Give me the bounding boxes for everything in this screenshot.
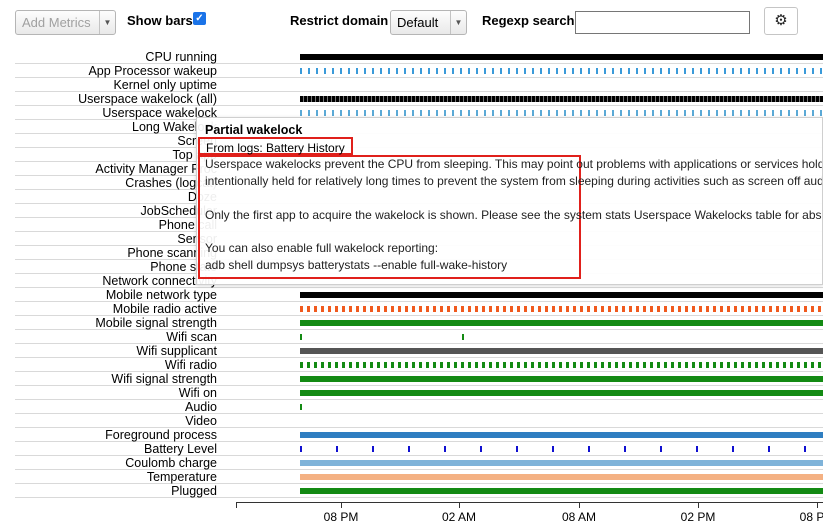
metric-label: Mobile signal strength xyxy=(95,316,217,330)
metric-label: Kernel only uptime xyxy=(113,78,217,92)
tooltip-text-line: Only the first app to acquire the wakelo… xyxy=(205,208,823,222)
show-bars-label: Show bars xyxy=(127,13,193,28)
metric-label: Wifi scan xyxy=(166,330,217,344)
metric-row: Audio xyxy=(0,400,823,414)
metric-row: Wifi on xyxy=(0,386,823,400)
metric-bar[interactable] xyxy=(300,320,823,326)
axis-tick xyxy=(817,502,818,508)
metric-row: CPU running xyxy=(0,50,823,64)
tooltip-text-line: You can also enable full wakelock report… xyxy=(205,241,439,255)
metric-row: Mobile radio active xyxy=(0,302,823,316)
metric-bar[interactable] xyxy=(300,376,823,382)
metric-row: Video xyxy=(0,414,823,428)
axis-tick-label: 08 PM xyxy=(323,510,359,524)
metric-label: Userspace wakelock (all) xyxy=(78,92,217,106)
regexp-search-input[interactable] xyxy=(575,11,750,34)
metric-bar[interactable] xyxy=(300,54,823,60)
metric-label: Video xyxy=(185,414,217,428)
metric-bar[interactable] xyxy=(300,432,823,438)
metric-label: Temperature xyxy=(146,470,217,484)
metric-row: Temperature xyxy=(0,470,823,484)
metric-label: Wifi on xyxy=(178,386,217,400)
metric-row: Mobile signal strength xyxy=(0,316,823,330)
metric-bar[interactable] xyxy=(300,68,823,74)
metric-row: Wifi supplicant xyxy=(0,344,823,358)
metric-bar[interactable] xyxy=(300,110,823,116)
metric-bar[interactable] xyxy=(300,362,823,368)
metric-label: Mobile radio active xyxy=(112,302,217,316)
axis-baseline xyxy=(236,502,823,503)
metric-bar[interactable] xyxy=(300,446,823,452)
add-metrics-combo[interactable]: Add Metrics ▼ xyxy=(15,10,116,35)
regexp-search-label: Regexp search xyxy=(482,13,575,28)
row-separator xyxy=(15,497,823,498)
axis-tick-label: 02 AM xyxy=(441,510,477,524)
wakelock-tooltip: Partial wakelock From logs: Battery Hist… xyxy=(196,117,823,285)
restrict-domain-label: Restrict domain xyxy=(290,13,389,28)
metric-bar[interactable] xyxy=(300,474,823,480)
tooltip-title: Partial wakelock xyxy=(205,123,303,137)
chevron-down-icon[interactable]: ▼ xyxy=(99,11,115,34)
axis-tick-label: 08 PM xyxy=(799,510,823,524)
metric-row: Wifi scan xyxy=(0,330,823,344)
metric-bar[interactable] xyxy=(300,404,823,410)
show-bars-checkbox[interactable]: ✓ xyxy=(193,12,206,25)
axis-tick-label: 08 AM xyxy=(561,510,597,524)
tooltip-text-line: intentionally held for relatively long t… xyxy=(205,174,823,188)
metric-row: Wifi radio xyxy=(0,358,823,372)
metric-row: Wifi signal strength xyxy=(0,372,823,386)
metric-label: Battery Level xyxy=(144,442,217,456)
restrict-domain-select[interactable]: Default ▼ xyxy=(390,10,467,35)
metric-row: Plugged xyxy=(0,484,823,498)
toolbar: Add Metrics ▼ Show bars ✓ Restrict domai… xyxy=(0,0,823,44)
metric-bar[interactable] xyxy=(300,306,823,312)
metric-row: Battery Level xyxy=(0,442,823,456)
tooltip-command: adb shell dumpsys batterystats --enable … xyxy=(205,258,508,272)
axis-tick-label: 02 PM xyxy=(680,510,716,524)
axis-tick xyxy=(698,502,699,508)
tooltip-text-line: Userspace wakelocks prevent the CPU from… xyxy=(205,157,823,171)
gear-icon: ⚙ xyxy=(774,12,788,29)
metric-bar[interactable] xyxy=(300,390,823,396)
metric-bar[interactable] xyxy=(300,488,823,494)
metric-label: Audio xyxy=(185,400,217,414)
metric-bar[interactable] xyxy=(300,348,823,354)
metric-label: App Processor wakeup xyxy=(88,64,217,78)
chevron-down-icon[interactable]: ▼ xyxy=(450,11,466,34)
metric-row: Kernel only uptime xyxy=(0,78,823,92)
tooltip-source: From logs: Battery History xyxy=(198,137,353,155)
metric-row: Foreground process xyxy=(0,428,823,442)
metric-row: Coulomb charge xyxy=(0,456,823,470)
metric-row: Mobile network type xyxy=(0,288,823,302)
metric-label: Foreground process xyxy=(105,428,217,442)
axis-tick xyxy=(341,502,342,508)
metric-label: Plugged xyxy=(171,484,217,498)
settings-button[interactable]: ⚙ xyxy=(764,7,798,35)
metric-bar[interactable] xyxy=(300,334,823,340)
metric-label: Wifi signal strength xyxy=(111,372,217,386)
metric-bar[interactable] xyxy=(300,460,823,466)
metric-row: App Processor wakeup xyxy=(0,64,823,78)
metric-bar[interactable] xyxy=(300,292,823,298)
metric-label: Coulomb charge xyxy=(125,456,217,470)
time-axis: 08 PM 02 AM 08 AM 02 PM 08 PM xyxy=(236,502,823,524)
axis-tick xyxy=(579,502,580,508)
axis-tick xyxy=(236,502,237,508)
metric-label: Wifi radio xyxy=(164,358,217,372)
metric-label: CPU running xyxy=(145,50,217,64)
axis-tick xyxy=(459,502,460,508)
restrict-domain-value: Default xyxy=(397,15,439,30)
metric-bar[interactable] xyxy=(300,96,823,102)
metric-label: Wifi supplicant xyxy=(136,344,217,358)
metric-label: Mobile network type xyxy=(105,288,217,302)
metric-row: Userspace wakelock (all) xyxy=(0,92,823,106)
add-metrics-label: Add Metrics xyxy=(22,15,91,30)
